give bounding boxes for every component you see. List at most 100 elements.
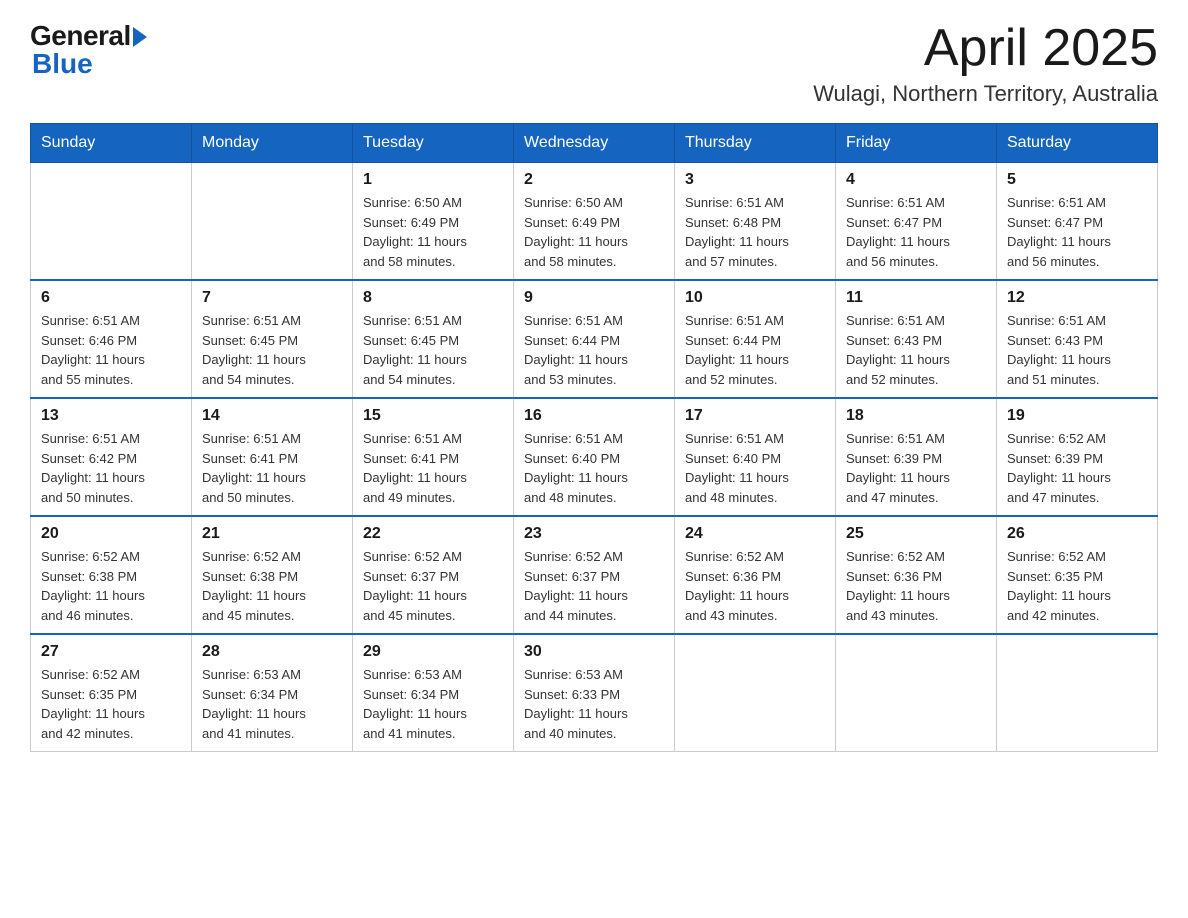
day-info: Sunrise: 6:52 AM Sunset: 6:37 PM Dayligh… <box>524 547 664 625</box>
calendar-day-cell: 2 Sunrise: 6:50 AM Sunset: 6:49 PM Daylig… <box>514 163 675 281</box>
day-info: Sunrise: 6:51 AM Sunset: 6:39 PM Dayligh… <box>846 429 986 507</box>
day-number: 14 <box>202 407 342 425</box>
calendar-day-cell: 4 Sunrise: 6:51 AM Sunset: 6:47 PM Daylig… <box>836 163 997 281</box>
calendar-day-cell: 5Sunrise: 6:51 AM Sunset: 6:47 PM Daylig… <box>997 163 1158 281</box>
location-title: Wulagi, Northern Territory, Australia <box>813 81 1158 107</box>
day-number: 9 <box>524 289 664 307</box>
calendar-day-cell: 6 Sunrise: 6:51 AM Sunset: 6:46 PM Daylig… <box>31 280 192 398</box>
day-info: Sunrise: 6:52 AM Sunset: 6:38 PM Dayligh… <box>41 547 181 625</box>
calendar-day-cell: 11 Sunrise: 6:51 AM Sunset: 6:43 PM Dayli… <box>836 280 997 398</box>
calendar-day-cell: 16 Sunrise: 6:51 AM Sunset: 6:40 PM Dayli… <box>514 398 675 516</box>
calendar-day-cell: 17 Sunrise: 6:51 AM Sunset: 6:40 PM Dayli… <box>675 398 836 516</box>
logo-blue-text: Blue <box>32 48 93 80</box>
calendar-day-cell: 3 Sunrise: 6:51 AM Sunset: 6:48 PM Daylig… <box>675 163 836 281</box>
day-number: 18 <box>846 407 986 425</box>
calendar-day-cell <box>31 163 192 281</box>
calendar-day-cell: 28 Sunrise: 6:53 AM Sunset: 6:34 PM Dayli… <box>192 634 353 752</box>
calendar-day-header: Tuesday <box>353 124 514 163</box>
day-info: Sunrise: 6:50 AM Sunset: 6:49 PM Dayligh… <box>363 193 503 271</box>
day-info: Sunrise: 6:53 AM Sunset: 6:34 PM Dayligh… <box>363 665 503 743</box>
calendar-week-row: 20Sunrise: 6:52 AM Sunset: 6:38 PM Dayli… <box>31 516 1158 634</box>
day-info: Sunrise: 6:51 AM Sunset: 6:48 PM Dayligh… <box>685 193 825 271</box>
calendar-day-cell <box>836 634 997 752</box>
title-area: April 2025 Wulagi, Northern Territory, A… <box>813 20 1158 107</box>
day-number: 16 <box>524 407 664 425</box>
calendar-day-header: Thursday <box>675 124 836 163</box>
day-info: Sunrise: 6:51 AM Sunset: 6:46 PM Dayligh… <box>41 311 181 389</box>
calendar-day-cell: 1 Sunrise: 6:50 AM Sunset: 6:49 PM Daylig… <box>353 163 514 281</box>
day-number: 5 <box>1007 171 1147 189</box>
day-info: Sunrise: 6:51 AM Sunset: 6:47 PM Dayligh… <box>846 193 986 271</box>
calendar-day-cell: 23 Sunrise: 6:52 AM Sunset: 6:37 PM Dayli… <box>514 516 675 634</box>
day-info: Sunrise: 6:52 AM Sunset: 6:35 PM Dayligh… <box>1007 547 1147 625</box>
day-number: 4 <box>846 171 986 189</box>
day-number: 28 <box>202 643 342 661</box>
day-number: 3 <box>685 171 825 189</box>
calendar-week-row: 1 Sunrise: 6:50 AM Sunset: 6:49 PM Daylig… <box>31 163 1158 281</box>
calendar-week-row: 13 Sunrise: 6:51 AM Sunset: 6:42 PM Dayli… <box>31 398 1158 516</box>
day-number: 19 <box>1007 407 1147 425</box>
calendar-day-cell <box>192 163 353 281</box>
day-number: 30 <box>524 643 664 661</box>
day-info: Sunrise: 6:51 AM Sunset: 6:40 PM Dayligh… <box>524 429 664 507</box>
day-info: Sunrise: 6:53 AM Sunset: 6:34 PM Dayligh… <box>202 665 342 743</box>
day-info: Sunrise: 6:51 AM Sunset: 6:43 PM Dayligh… <box>1007 311 1147 389</box>
day-info: Sunrise: 6:50 AM Sunset: 6:49 PM Dayligh… <box>524 193 664 271</box>
calendar-day-cell: 27 Sunrise: 6:52 AM Sunset: 6:35 PM Dayli… <box>31 634 192 752</box>
day-info: Sunrise: 6:53 AM Sunset: 6:33 PM Dayligh… <box>524 665 664 743</box>
calendar-day-cell: 29 Sunrise: 6:53 AM Sunset: 6:34 PM Dayli… <box>353 634 514 752</box>
calendar-day-cell: 22 Sunrise: 6:52 AM Sunset: 6:37 PM Dayli… <box>353 516 514 634</box>
calendar-week-row: 6 Sunrise: 6:51 AM Sunset: 6:46 PM Daylig… <box>31 280 1158 398</box>
day-info: Sunrise: 6:51 AM Sunset: 6:43 PM Dayligh… <box>846 311 986 389</box>
day-number: 29 <box>363 643 503 661</box>
day-number: 21 <box>202 525 342 543</box>
day-info: Sunrise: 6:52 AM Sunset: 6:35 PM Dayligh… <box>41 665 181 743</box>
day-info: Sunrise: 6:51 AM Sunset: 6:41 PM Dayligh… <box>363 429 503 507</box>
calendar-week-row: 27 Sunrise: 6:52 AM Sunset: 6:35 PM Dayli… <box>31 634 1158 752</box>
day-number: 12 <box>1007 289 1147 307</box>
day-number: 15 <box>363 407 503 425</box>
day-number: 1 <box>363 171 503 189</box>
day-number: 13 <box>41 407 181 425</box>
calendar-day-cell: 20Sunrise: 6:52 AM Sunset: 6:38 PM Dayli… <box>31 516 192 634</box>
calendar-table: SundayMondayTuesdayWednesdayThursdayFrid… <box>30 123 1158 752</box>
day-number: 10 <box>685 289 825 307</box>
calendar-day-header: Friday <box>836 124 997 163</box>
calendar-day-header: Monday <box>192 124 353 163</box>
calendar-day-cell: 13 Sunrise: 6:51 AM Sunset: 6:42 PM Dayli… <box>31 398 192 516</box>
calendar-day-header: Sunday <box>31 124 192 163</box>
calendar-day-cell: 26Sunrise: 6:52 AM Sunset: 6:35 PM Dayli… <box>997 516 1158 634</box>
calendar-header-row: SundayMondayTuesdayWednesdayThursdayFrid… <box>31 124 1158 163</box>
day-number: 2 <box>524 171 664 189</box>
calendar-day-cell: 10Sunrise: 6:51 AM Sunset: 6:44 PM Dayli… <box>675 280 836 398</box>
day-number: 6 <box>41 289 181 307</box>
day-number: 27 <box>41 643 181 661</box>
day-number: 7 <box>202 289 342 307</box>
calendar-day-cell: 7 Sunrise: 6:51 AM Sunset: 6:45 PM Daylig… <box>192 280 353 398</box>
calendar-day-cell: 30 Sunrise: 6:53 AM Sunset: 6:33 PM Dayli… <box>514 634 675 752</box>
calendar-day-cell <box>997 634 1158 752</box>
day-number: 22 <box>363 525 503 543</box>
day-info: Sunrise: 6:52 AM Sunset: 6:38 PM Dayligh… <box>202 547 342 625</box>
calendar-day-cell: 9 Sunrise: 6:51 AM Sunset: 6:44 PM Daylig… <box>514 280 675 398</box>
month-title: April 2025 <box>813 20 1158 77</box>
day-info: Sunrise: 6:51 AM Sunset: 6:45 PM Dayligh… <box>363 311 503 389</box>
day-info: Sunrise: 6:51 AM Sunset: 6:45 PM Dayligh… <box>202 311 342 389</box>
day-info: Sunrise: 6:51 AM Sunset: 6:44 PM Dayligh… <box>524 311 664 389</box>
day-number: 11 <box>846 289 986 307</box>
calendar-day-cell: 19 Sunrise: 6:52 AM Sunset: 6:39 PM Dayli… <box>997 398 1158 516</box>
calendar-day-cell: 12 Sunrise: 6:51 AM Sunset: 6:43 PM Dayli… <box>997 280 1158 398</box>
day-info: Sunrise: 6:52 AM Sunset: 6:36 PM Dayligh… <box>846 547 986 625</box>
logo: General Blue <box>30 20 147 80</box>
calendar-day-cell: 21 Sunrise: 6:52 AM Sunset: 6:38 PM Dayli… <box>192 516 353 634</box>
day-info: Sunrise: 6:51 AM Sunset: 6:41 PM Dayligh… <box>202 429 342 507</box>
day-number: 17 <box>685 407 825 425</box>
calendar-day-header: Wednesday <box>514 124 675 163</box>
day-info: Sunrise: 6:52 AM Sunset: 6:37 PM Dayligh… <box>363 547 503 625</box>
day-info: Sunrise: 6:51 AM Sunset: 6:42 PM Dayligh… <box>41 429 181 507</box>
calendar-day-cell <box>675 634 836 752</box>
calendar-day-cell: 8Sunrise: 6:51 AM Sunset: 6:45 PM Daylig… <box>353 280 514 398</box>
day-info: Sunrise: 6:52 AM Sunset: 6:39 PM Dayligh… <box>1007 429 1147 507</box>
day-info: Sunrise: 6:51 AM Sunset: 6:40 PM Dayligh… <box>685 429 825 507</box>
day-number: 23 <box>524 525 664 543</box>
